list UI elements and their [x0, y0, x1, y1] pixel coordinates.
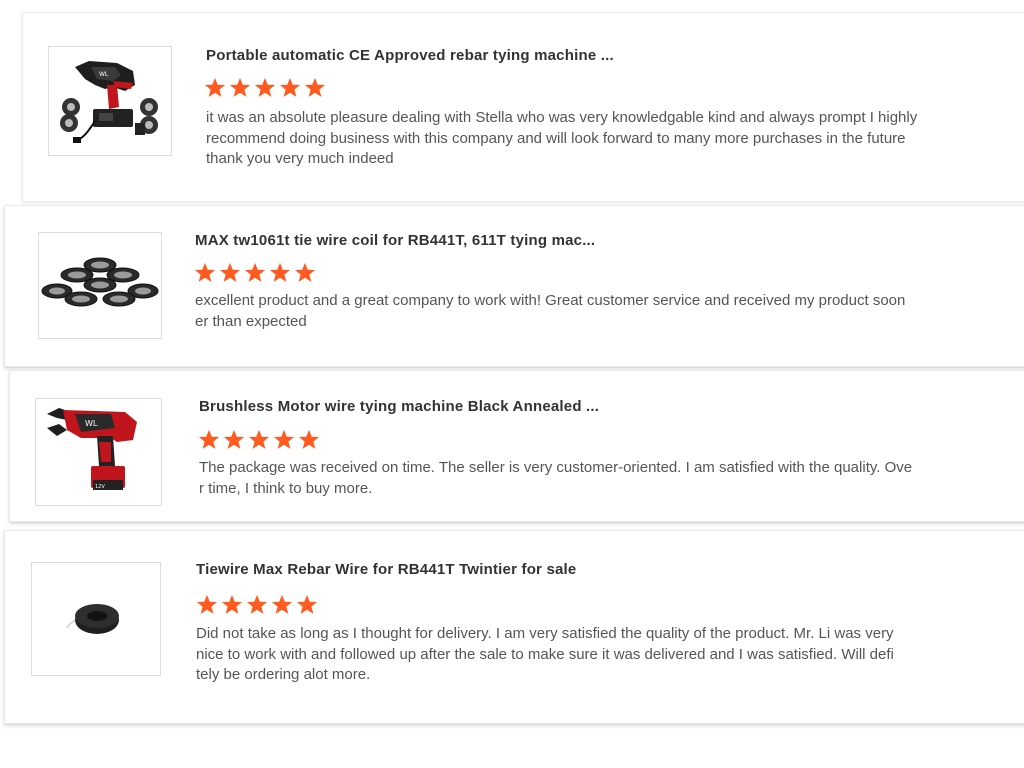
star-icon [229, 77, 251, 97]
star-icon [194, 262, 216, 282]
star-icon [244, 262, 266, 282]
review-card: MAX tw1061t tie wire coil for RB441T, 61… [4, 205, 1024, 367]
reviews-list: WL Portable automatic CE Approved rebar [0, 0, 1024, 768]
product-thumbnail[interactable] [38, 232, 162, 339]
rebar-tying-machine-kit-image: WL [60, 61, 158, 143]
star-icon [273, 429, 295, 449]
star-icon [254, 77, 276, 97]
star-rating [204, 77, 326, 98]
single-wire-coil-image [66, 604, 119, 634]
star-icon [198, 429, 220, 449]
review-card: WL Portable automatic CE Approved rebar [22, 12, 1024, 202]
star-icon [294, 262, 316, 282]
product-title[interactable]: Brushless Motor wire tying machine Black… [199, 398, 599, 415]
star-icon [221, 594, 243, 614]
tie-wire-coils-image [41, 257, 159, 306]
svg-text:WL: WL [85, 419, 98, 428]
review-text: excellent product and a great company to… [195, 292, 906, 330]
review-text: Did not take as long as I thought for de… [196, 625, 894, 683]
review-card: WL 12V Brushless Motor wire tying machin… [9, 370, 1024, 522]
svg-text:12V: 12V [95, 484, 105, 490]
star-icon [296, 594, 318, 614]
star-icon [204, 77, 226, 97]
product-thumbnail[interactable] [31, 562, 161, 676]
svg-text:WL: WL [99, 71, 109, 78]
star-icon [304, 77, 326, 97]
star-icon [269, 262, 291, 282]
star-icon [271, 594, 293, 614]
star-icon [246, 594, 268, 614]
product-title[interactable]: Portable automatic CE Approved rebar tyi… [206, 47, 614, 64]
star-icon [248, 429, 270, 449]
product-title[interactable]: Tiewire Max Rebar Wire for RB441T Twinti… [196, 561, 576, 578]
star-rating [196, 594, 318, 615]
star-icon [279, 77, 301, 97]
star-icon [223, 429, 245, 449]
product-thumbnail[interactable]: WL [48, 46, 172, 156]
star-rating [198, 429, 320, 450]
review-text: The package was received on time. The se… [199, 459, 913, 497]
wire-tying-machine-image: WL 12V [46, 408, 137, 490]
star-rating [194, 262, 316, 283]
star-icon [219, 262, 241, 282]
product-thumbnail[interactable]: WL 12V [35, 398, 162, 506]
product-title[interactable]: MAX tw1061t tie wire coil for RB441T, 61… [195, 232, 595, 249]
review-text: it was an absolute pleasure dealing with… [206, 109, 918, 167]
review-card: Tiewire Max Rebar Wire for RB441T Twinti… [4, 530, 1024, 724]
star-icon [196, 594, 218, 614]
star-icon [298, 429, 320, 449]
